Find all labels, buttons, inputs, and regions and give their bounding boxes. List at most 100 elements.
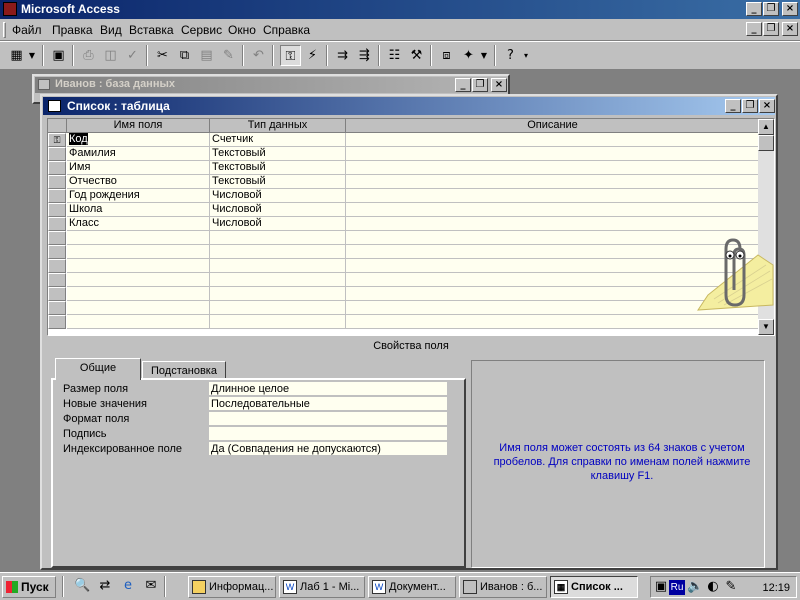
grid-cell-name[interactable] xyxy=(67,301,210,315)
database-window-title-bar[interactable]: Иванов : база данных _ ❐ × xyxy=(35,77,507,93)
grid-cell-name[interactable] xyxy=(67,315,210,329)
cut-icon[interactable]: ✂ xyxy=(152,45,173,66)
clock[interactable]: 12:19 xyxy=(762,580,790,596)
insert-rows-icon[interactable]: ⇉ xyxy=(332,45,353,66)
table-design-window[interactable]: Список : таблица _ ❐ × Имя поля Тип данн… xyxy=(40,94,778,570)
internet-explorer-icon[interactable]: e xyxy=(120,578,136,594)
grid-cell-name[interactable] xyxy=(67,287,210,301)
scroll-down-icon[interactable]: ▼ xyxy=(758,319,774,335)
grid-cell-name[interactable]: Фамилия xyxy=(67,147,210,161)
prop-value-indexed[interactable]: Да (Совпадения не допускаются) xyxy=(209,442,447,456)
tray-app-icon[interactable]: ▣ xyxy=(653,579,669,595)
view-icon[interactable]: ▦ xyxy=(6,45,27,66)
copy-icon[interactable]: ⧉ xyxy=(174,45,195,66)
volume-icon[interactable]: 🔈 xyxy=(687,579,703,595)
grid-cell-type[interactable] xyxy=(210,245,346,259)
grid-cell-type[interactable] xyxy=(210,231,346,245)
prop-value-field-size[interactable]: Длинное целое xyxy=(209,382,447,396)
prop-value-new-values[interactable]: Последовательные xyxy=(209,397,447,411)
row-selector[interactable] xyxy=(48,175,66,189)
menu-view[interactable]: Вид xyxy=(100,23,122,37)
grid-cell-desc[interactable] xyxy=(346,203,760,217)
undo-icon[interactable]: ↶ xyxy=(248,45,269,66)
close-button[interactable]: × xyxy=(782,2,798,16)
column-header-field-name[interactable]: Имя поля xyxy=(67,119,210,133)
menu-file[interactable]: Файл xyxy=(12,23,42,37)
grid-cell-type[interactable]: Числовой xyxy=(210,217,346,231)
spelling-icon[interactable]: ✓ xyxy=(122,45,143,66)
row-selector[interactable] xyxy=(48,203,66,217)
scroll-thumb[interactable] xyxy=(758,135,774,151)
table-maximize-button[interactable]: ❐ xyxy=(742,99,758,113)
db-close-button[interactable]: × xyxy=(491,78,507,92)
menu-edit[interactable]: Правка xyxy=(52,23,93,37)
grid-cell-name[interactable]: Год рождения xyxy=(67,189,210,203)
restore-button[interactable]: ❐ xyxy=(763,2,779,16)
menu-help[interactable]: Справка xyxy=(263,23,310,37)
grid-cell-type[interactable]: Текстовый xyxy=(210,161,346,175)
menu-tools[interactable]: Сервис xyxy=(181,23,222,37)
row-selector[interactable] xyxy=(48,301,66,315)
scroll-up-icon[interactable]: ▲ xyxy=(758,119,774,135)
grid-cell-type[interactable]: Числовой xyxy=(210,189,346,203)
print-icon[interactable]: ⎙ xyxy=(78,45,99,66)
prop-value-caption[interactable] xyxy=(209,427,447,441)
grid-cell-desc[interactable] xyxy=(346,133,760,147)
start-button[interactable]: Пуск xyxy=(2,576,56,598)
database-window-icon[interactable]: ⧈ xyxy=(436,45,457,66)
grid-cell-type[interactable] xyxy=(210,315,346,329)
new-object-icon[interactable]: ✦ xyxy=(458,45,479,66)
row-selector[interactable] xyxy=(48,287,66,301)
grid-cell-name[interactable] xyxy=(67,245,210,259)
grid-cell-name[interactable] xyxy=(67,259,210,273)
properties-icon[interactable]: ☷ xyxy=(384,45,405,66)
access-app-icon[interactable] xyxy=(3,2,17,16)
view-dropdown-icon[interactable]: ▼ xyxy=(26,45,38,66)
grid-cell-name[interactable]: Отчество xyxy=(67,175,210,189)
grid-cell-name[interactable]: Класс xyxy=(67,217,210,231)
language-indicator[interactable]: Ru xyxy=(669,580,685,595)
menu-insert[interactable]: Вставка xyxy=(129,23,174,37)
grid-cell-name[interactable] xyxy=(67,273,210,287)
delete-rows-icon[interactable]: ⇶ xyxy=(354,45,375,66)
tray-monitor-icon[interactable]: ◐ xyxy=(705,579,721,595)
row-selector[interactable] xyxy=(48,273,66,287)
tray-extra-icon[interactable]: ✎ xyxy=(723,579,739,595)
row-selector[interactable] xyxy=(48,217,66,231)
doc-minimize-button[interactable]: _ xyxy=(746,22,762,36)
column-header-data-type[interactable]: Тип данных xyxy=(210,119,346,133)
table-minimize-button[interactable]: _ xyxy=(725,99,741,113)
grid-cell-type[interactable] xyxy=(210,301,346,315)
minimize-button[interactable]: _ xyxy=(746,2,762,16)
row-selector-primary-key[interactable]: ⚿ xyxy=(48,133,66,147)
grid-cell-type[interactable] xyxy=(210,287,346,301)
menu-grip[interactable] xyxy=(3,22,6,38)
primary-key-icon[interactable]: ⚿ xyxy=(280,45,301,66)
row-selector[interactable] xyxy=(48,147,66,161)
row-selector[interactable] xyxy=(48,315,66,329)
help-dropdown-icon[interactable]: ▾ xyxy=(520,45,532,66)
paste-icon[interactable]: ▤ xyxy=(196,45,217,66)
db-maximize-button[interactable]: ❐ xyxy=(472,78,488,92)
grid-cell-name[interactable]: Школа xyxy=(67,203,210,217)
grid-cell-desc[interactable] xyxy=(346,147,760,161)
grid-cell-type[interactable]: Счетчик xyxy=(210,133,346,147)
grid-cell-type[interactable] xyxy=(210,259,346,273)
doc-restore-button[interactable]: ❐ xyxy=(763,22,779,36)
menu-window[interactable]: Окно xyxy=(228,23,256,37)
grid-cell-type[interactable] xyxy=(210,273,346,287)
db-minimize-button[interactable]: _ xyxy=(455,78,471,92)
grid-cell-type[interactable]: Числовой xyxy=(210,203,346,217)
row-selector[interactable] xyxy=(48,189,66,203)
print-preview-icon[interactable]: ◫ xyxy=(100,45,121,66)
office-assistant-icon[interactable] xyxy=(678,225,778,315)
doc-close-button[interactable]: × xyxy=(782,22,798,36)
save-icon[interactable]: ▣ xyxy=(48,45,69,66)
task-button-folder[interactable]: Информац... xyxy=(188,576,276,598)
grid-cell-name[interactable] xyxy=(67,231,210,245)
grid-cell-desc[interactable] xyxy=(346,315,760,329)
row-selector[interactable] xyxy=(48,231,66,245)
new-object-dropdown-icon[interactable]: ▼ xyxy=(478,45,490,66)
row-selector[interactable] xyxy=(48,161,66,175)
build-icon[interactable]: ⚒ xyxy=(406,45,427,66)
